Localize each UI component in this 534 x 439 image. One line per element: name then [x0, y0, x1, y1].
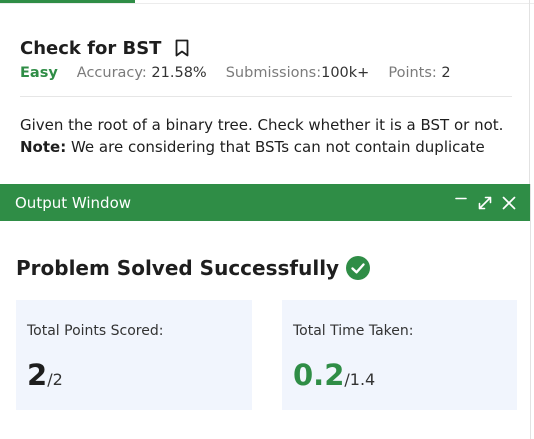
output-window-title: Output Window — [15, 193, 132, 212]
problem-description: Given the root of a binary tree. Check w… — [20, 114, 514, 158]
time-card-value: 0.2 /1.4 — [293, 358, 375, 392]
accuracy-stat: Accuracy: 21.58% — [77, 65, 207, 81]
output-window: Output Window Problem Solved Successfull… — [0, 184, 531, 439]
bookmark-icon[interactable] — [174, 39, 190, 57]
minimize-icon[interactable] — [453, 195, 469, 211]
problem-panel: Check for BST Easy Accuracy: 21.58% Subm… — [20, 36, 514, 158]
submissions-label: Submissions: — [225, 65, 322, 81]
points-label: Points: — [388, 65, 437, 81]
meta-divider — [20, 96, 512, 97]
difficulty-badge: Easy — [20, 65, 58, 81]
top-divider — [0, 3, 534, 4]
time-card: Total Time Taken: 0.2 /1.4 — [282, 300, 517, 410]
points-value: 2 — [441, 65, 451, 81]
points-stat: Points: 2 — [388, 65, 450, 81]
accuracy-label: Accuracy: — [76, 65, 147, 81]
submissions-stat: Submissions:100k+ — [226, 65, 370, 81]
points-scored: 2 — [27, 358, 48, 392]
time-limit: /1.4 — [344, 370, 376, 389]
window-controls — [445, 195, 517, 211]
problem-title-row: Check for BST — [20, 36, 514, 60]
points-card: Total Points Scored: 2 /2 — [16, 300, 252, 410]
panel-border — [529, 0, 530, 185]
problem-meta: Easy Accuracy: 21.58% Submissions:100k+ … — [20, 65, 514, 87]
accuracy-value: 21.58% — [151, 65, 207, 81]
close-icon[interactable] — [501, 195, 517, 211]
problem-title: Check for BST — [20, 37, 162, 59]
success-text: Problem Solved Successfully — [16, 256, 340, 280]
description-note: Note: We are considering that BSTs can n… — [20, 136, 514, 158]
points-card-label: Total Points Scored: — [27, 323, 164, 339]
points-card-value: 2 /2 — [27, 358, 63, 392]
expand-icon[interactable] — [477, 195, 493, 211]
time-taken: 0.2 — [293, 358, 345, 392]
check-circle-icon — [346, 256, 371, 280]
note-label: Note: — [20, 138, 67, 156]
output-window-header: Output Window — [0, 184, 530, 221]
success-message: Problem Solved Successfully — [16, 256, 371, 280]
points-total: /2 — [47, 370, 63, 389]
description-text: Given the root of a binary tree. Check w… — [20, 116, 504, 134]
submissions-value: 100k+ — [321, 65, 370, 81]
time-card-label: Total Time Taken: — [293, 323, 414, 339]
note-text: We are considering that BSTs can not con… — [66, 138, 485, 156]
